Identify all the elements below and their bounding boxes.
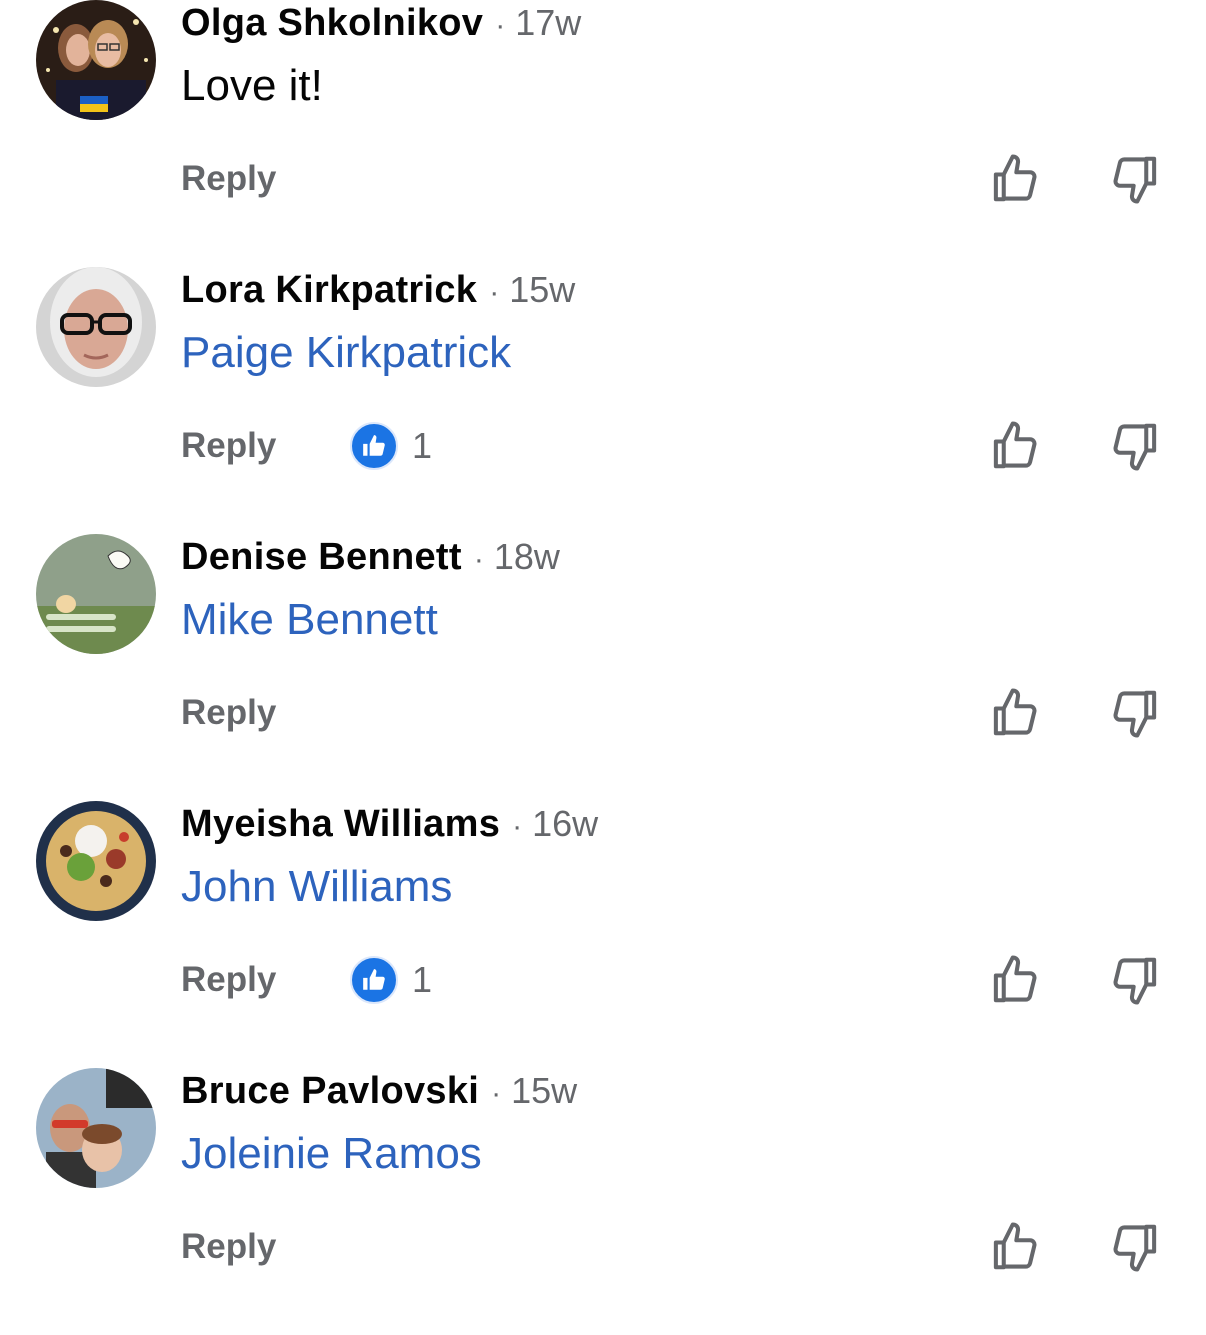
like-summary[interactable]: 1 [350, 422, 432, 470]
author-name[interactable]: Denise Bennett [181, 536, 462, 578]
comment-header: Denise Bennett · 18w [181, 535, 560, 579]
downvote-button[interactable] [1108, 686, 1162, 740]
mention-link[interactable]: John Williams [181, 863, 452, 911]
author-name[interactable]: Olga Shkolnikov [181, 2, 483, 44]
thumbs-down-outline-icon [1113, 156, 1157, 204]
avatar[interactable] [36, 801, 156, 921]
comment-time[interactable]: 17w [515, 2, 581, 43]
comment: Lora Kirkpatrick · 15w Paige Kirkpatrick R… [0, 267, 1206, 534]
avatar[interactable] [36, 0, 156, 120]
avatar[interactable] [36, 534, 156, 654]
comment-time[interactable]: 16w [532, 803, 598, 844]
thumbs-up-outline-icon [993, 154, 1037, 202]
comment-time[interactable]: 18w [494, 536, 560, 577]
upvote-button[interactable] [988, 419, 1042, 473]
downvote-button[interactable] [1108, 419, 1162, 473]
reply-button[interactable]: Reply [181, 158, 276, 200]
comment-header: Lora Kirkpatrick · 15w [181, 268, 575, 312]
like-summary[interactable]: 1 [350, 956, 432, 1004]
thumbs-up-outline-icon [993, 1222, 1037, 1270]
thumbs-up-outline-icon [993, 421, 1037, 469]
avatar[interactable] [36, 1068, 156, 1188]
reply-button[interactable]: Reply [181, 692, 276, 734]
comment: Myeisha Williams · 16w John Williams Reply… [0, 801, 1206, 1068]
comment-header: Bruce Pavlovski · 15w [181, 1069, 577, 1113]
like-count: 1 [412, 959, 433, 1000]
author-name[interactable]: Myeisha Williams [181, 803, 500, 845]
comment: Olga Shkolnikov · 17w Love it! Reply [0, 0, 1206, 267]
thumbs-down-outline-icon [1113, 1224, 1157, 1272]
downvote-button[interactable] [1108, 1220, 1162, 1274]
avatar-image [36, 801, 156, 921]
avatar[interactable] [36, 267, 156, 387]
reply-button[interactable]: Reply [181, 959, 276, 1001]
comment: Bruce Pavlovski · 15w Joleinie Ramos Reply [0, 1068, 1206, 1335]
upvote-button[interactable] [988, 686, 1042, 740]
mention-link[interactable]: Paige Kirkpatrick [181, 329, 511, 377]
comment-text: Love it! [181, 61, 323, 110]
avatar-image [36, 534, 156, 654]
thumbs-down-outline-icon [1113, 690, 1157, 738]
like-reaction-icon [350, 956, 398, 1004]
thumbs-up-outline-icon [993, 688, 1037, 736]
comment-time[interactable]: 15w [509, 269, 575, 310]
separator-dot: · [512, 810, 523, 843]
upvote-button[interactable] [988, 953, 1042, 1007]
comment-time[interactable]: 15w [511, 1070, 577, 1111]
reply-button[interactable]: Reply [181, 1226, 276, 1268]
like-reaction-icon [350, 422, 398, 470]
upvote-button[interactable] [988, 152, 1042, 206]
downvote-button[interactable] [1108, 953, 1162, 1007]
thumbs-up-outline-icon [993, 955, 1037, 1003]
avatar-image [36, 1068, 156, 1188]
author-name[interactable]: Bruce Pavlovski [181, 1070, 479, 1112]
comment: Denise Bennett · 18w Mike Bennett Reply [0, 534, 1206, 801]
mention-link[interactable]: Mike Bennett [181, 596, 438, 644]
upvote-button[interactable] [988, 1220, 1042, 1274]
avatar-image [36, 267, 156, 387]
thumbs-down-outline-icon [1113, 423, 1157, 471]
separator-dot: · [489, 276, 500, 309]
separator-dot: · [491, 1077, 502, 1110]
separator-dot: · [495, 9, 506, 42]
mention-link[interactable]: Joleinie Ramos [181, 1130, 482, 1178]
downvote-button[interactable] [1108, 152, 1162, 206]
like-count: 1 [412, 425, 433, 466]
author-name[interactable]: Lora Kirkpatrick [181, 269, 477, 311]
avatar-image [36, 0, 156, 120]
thumbs-down-outline-icon [1113, 957, 1157, 1005]
separator-dot: · [473, 543, 484, 576]
comment-header: Myeisha Williams · 16w [181, 802, 598, 846]
reply-button[interactable]: Reply [181, 425, 276, 467]
comment-header: Olga Shkolnikov · 17w [181, 1, 581, 45]
